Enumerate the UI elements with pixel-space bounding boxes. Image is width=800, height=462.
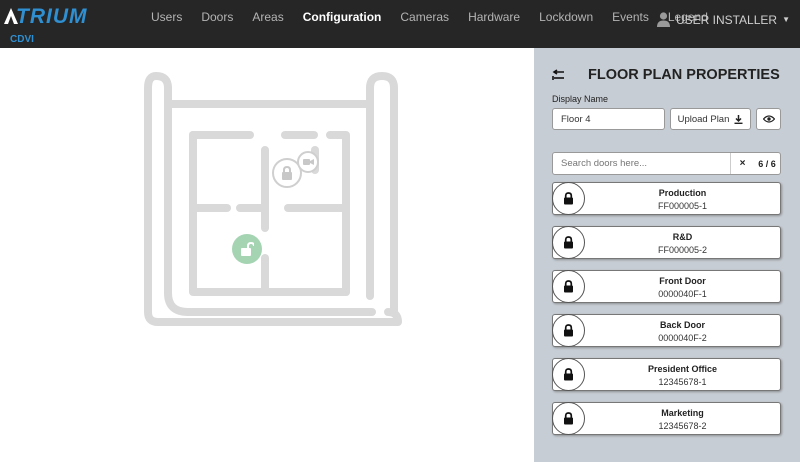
door-lock-button[interactable]: [552, 358, 585, 391]
cdvi-label: CDVI: [10, 34, 34, 45]
door-name: Marketing: [661, 408, 704, 418]
eye-icon: [762, 115, 775, 123]
user-name: USER INSTALLER: [675, 12, 778, 27]
door-id: FF000005-2: [657, 245, 708, 255]
panel-title: FLOOR PLAN PROPERTIES: [588, 67, 780, 83]
door-item[interactable]: President Office 12345678-1: [552, 358, 781, 391]
door-lock-button[interactable]: [552, 314, 585, 347]
nav-configuration[interactable]: Configuration: [303, 10, 382, 24]
door-search-input[interactable]: [553, 153, 730, 174]
clear-search-button[interactable]: ×: [730, 153, 754, 174]
nav-users[interactable]: Users: [151, 10, 182, 24]
door-lock-button[interactable]: [552, 402, 585, 435]
upload-plan-button[interactable]: Upload Plan: [670, 108, 751, 130]
user-menu[interactable]: USER INSTALLER ▼: [656, 12, 790, 27]
door-id: 12345678-1: [658, 377, 707, 387]
lock-icon: [564, 192, 573, 205]
upload-plan-label: Upload Plan: [677, 113, 730, 125]
nav-hardware[interactable]: Hardware: [468, 10, 520, 24]
view-plan-button[interactable]: [756, 108, 781, 130]
floor-plan-image: [144, 72, 402, 326]
lock-icon: [564, 280, 573, 293]
display-name-input[interactable]: [552, 108, 665, 130]
door-search: × 6 / 6: [552, 152, 781, 175]
camera-icon: [302, 159, 314, 165]
door-id: FF000005-1: [657, 201, 708, 211]
door-item[interactable]: Marketing 12345678-2: [552, 402, 781, 435]
door-item[interactable]: Front Door 0000040F-1: [552, 270, 781, 303]
main-nav: Users Doors Areas Configuration Cameras …: [151, 10, 727, 24]
caret-down-icon: ▼: [782, 15, 790, 24]
door-item[interactable]: Back Door 0000040F-2: [552, 314, 781, 347]
door-lock-button[interactable]: [552, 270, 585, 303]
floor-plan-canvas[interactable]: [0, 48, 534, 462]
door-count: 6 / 6: [758, 158, 776, 169]
lock-icon: [282, 166, 292, 180]
door-lock-button[interactable]: [552, 226, 585, 259]
lock-icon: [564, 412, 573, 425]
door-name: Production: [658, 188, 707, 198]
door-name: President Office: [647, 364, 718, 374]
lock-icon: [564, 324, 573, 337]
door-name: Back Door: [659, 320, 705, 330]
floor-plan-door-unlocked[interactable]: [232, 234, 262, 264]
door-name: Front Door: [659, 276, 706, 286]
lock-icon: [564, 236, 573, 249]
nav-areas[interactable]: Areas: [252, 10, 283, 24]
app-logo[interactable]: TRIUM: [16, 5, 88, 29]
door-id: 12345678-2: [658, 421, 707, 431]
nav-doors[interactable]: Doors: [201, 10, 233, 24]
top-navbar: TRIUM CDVI Users Doors Areas Configurati…: [0, 0, 800, 48]
nav-lockdown[interactable]: Lockdown: [539, 10, 593, 24]
door-item[interactable]: Production FF000005-1: [552, 182, 781, 215]
floor-plan-properties-panel: FLOOR PLAN PROPERTIES Display Name Uploa…: [534, 48, 800, 462]
door-name: R&D: [672, 232, 693, 242]
unlock-icon: [240, 242, 254, 256]
nav-events[interactable]: Events: [612, 10, 649, 24]
door-id: 0000040F-2: [658, 333, 707, 343]
door-list: Production FF000005-1 R&D FF000005-2 Fro…: [552, 182, 781, 446]
door-id: 0000040F-1: [658, 289, 707, 299]
floor-plan-camera[interactable]: [297, 151, 319, 173]
display-name-label: Display Name: [552, 94, 609, 104]
door-item[interactable]: R&D FF000005-2: [552, 226, 781, 259]
user-icon: [656, 12, 670, 27]
back-icon[interactable]: [552, 69, 566, 81]
download-icon: [734, 114, 743, 124]
nav-cameras[interactable]: Cameras: [400, 10, 449, 24]
lock-icon: [564, 368, 573, 381]
door-lock-button[interactable]: [552, 182, 585, 215]
